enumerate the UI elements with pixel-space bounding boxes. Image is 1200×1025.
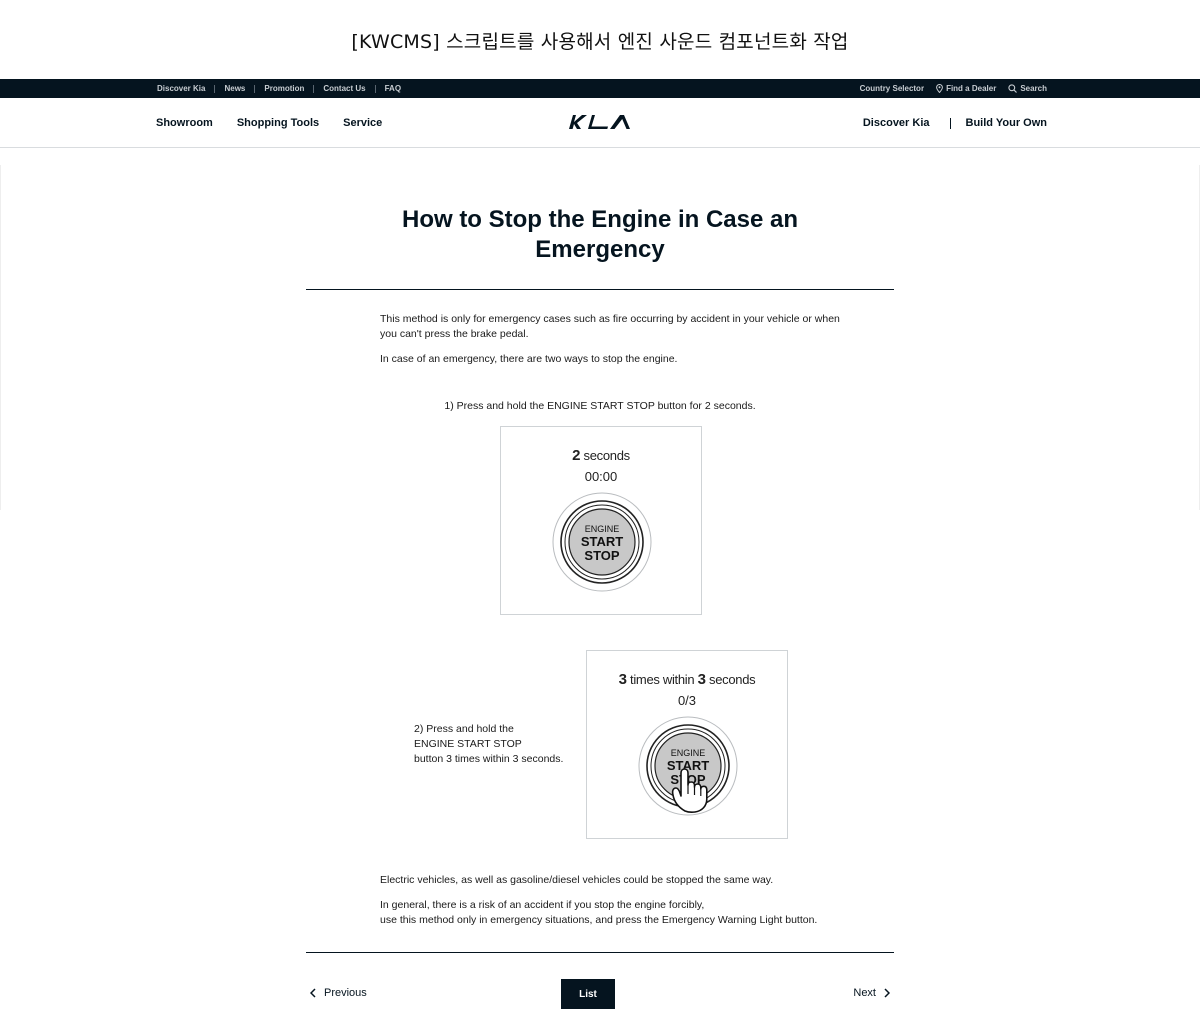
step2-times-text: times within <box>626 672 698 687</box>
previous-button[interactable]: Previous <box>310 987 367 999</box>
next-button[interactable]: Next <box>853 987 890 999</box>
find-dealer-label: Find a Dealer <box>946 84 997 93</box>
page-title: How to Stop the Engine in Case an Emerge… <box>401 206 799 263</box>
utility-link-contact-us[interactable]: Contact Us <box>323 84 365 93</box>
button-text-start: START <box>581 534 623 549</box>
intro-paragraph: This method is only for emergency cases … <box>380 313 840 340</box>
article-pager: Previous List Next <box>306 979 894 1009</box>
main-nav: Showroom Shopping Tools Service Discover… <box>0 98 1200 148</box>
main-nav-right: Discover Kia Build Your Own <box>863 98 1047 148</box>
utility-link-news[interactable]: News <box>224 84 245 93</box>
divider <box>254 84 256 93</box>
divider <box>949 117 951 129</box>
step2-label: 2) Press and hold the ENGINE START STOP … <box>414 722 584 767</box>
step2-label-line: ENGINE START STOP <box>414 738 522 750</box>
kia-logo[interactable] <box>568 114 632 130</box>
location-pin-icon <box>936 84 943 93</box>
engine-start-stop-button[interactable]: ENGINE START STOP <box>637 715 739 817</box>
nav-service[interactable]: Service <box>343 117 382 129</box>
button-text-engine: ENGINE <box>671 748 706 758</box>
content-bottom-divider <box>306 952 894 953</box>
nav-discover-kia[interactable]: Discover Kia <box>863 117 930 129</box>
search-icon <box>1008 84 1018 93</box>
step2-label-line: button 3 times within 3 seconds. <box>414 753 564 765</box>
step1-engine-button-card: 2 seconds 00:00 ENGINE START STOP <box>500 426 702 615</box>
country-selector-label: Country Selector <box>859 84 925 93</box>
utility-link-faq[interactable]: FAQ <box>385 84 401 93</box>
divider <box>313 84 315 93</box>
nav-build-your-own[interactable]: Build Your Own <box>966 117 1047 129</box>
note-risk-warning: In general, there is a risk of an accide… <box>380 898 900 928</box>
nav-showroom[interactable]: Showroom <box>156 117 213 129</box>
chevron-left-icon <box>310 988 316 998</box>
intro-ways-paragraph: In case of an emergency, there are two w… <box>380 353 678 365</box>
engine-start-stop-button[interactable]: ENGINE START STOP <box>551 491 653 593</box>
step2-engine-button-card: 3 times within 3 seconds 0/3 ENGINE STAR… <box>586 650 788 839</box>
divider <box>374 84 376 93</box>
note-vehicle-types: Electric vehicles, as well as gasoline/d… <box>380 874 774 886</box>
search-label: Search <box>1020 84 1047 93</box>
button-text-stop: STOP <box>584 548 619 563</box>
step2-label-line: 2) Press and hold the <box>414 723 514 735</box>
note-risk-line: use this method only in emergency situat… <box>380 914 818 926</box>
main-nav-left: Showroom Shopping Tools Service <box>156 98 406 148</box>
step2-heading: 3 times within 3 seconds <box>587 671 787 688</box>
step1-heading: 2 seconds <box>501 447 701 464</box>
title-divider <box>306 289 894 290</box>
search-link[interactable]: Search <box>1008 84 1047 93</box>
country-selector[interactable]: Country Selector <box>860 84 924 93</box>
divider <box>214 84 216 93</box>
find-dealer-link[interactable]: Find a Dealer <box>936 84 996 93</box>
step2-seconds-text: seconds <box>705 672 756 687</box>
utility-bar: Discover Kia News Promotion Contact Us F… <box>0 79 1200 98</box>
document-title: [KWCMS] 스크립트를 사용해서 엔진 사운드 컴포넌트화 작업 <box>351 31 849 53</box>
utility-links: Discover Kia News Promotion Contact Us F… <box>157 79 401 98</box>
step2-press-counter: 0/3 <box>677 693 697 708</box>
step2-times-number: 3 <box>618 671 627 688</box>
button-text-engine: ENGINE <box>585 524 620 534</box>
utility-tools: Country Selector Find a Dealer Search <box>860 79 1047 98</box>
utility-link-promotion[interactable]: Promotion <box>264 84 304 93</box>
step1-timer: 00:00 <box>584 469 618 484</box>
step2-seconds-number: 3 <box>697 671 706 688</box>
previous-label: Previous <box>324 987 367 999</box>
list-button[interactable]: List <box>561 979 615 1009</box>
step1-seconds-text: seconds <box>580 448 631 463</box>
step1-label: 1) Press and hold the ENGINE START STOP … <box>444 400 756 412</box>
note-risk-line: In general, there is a risk of an accide… <box>380 899 705 911</box>
nav-shopping-tools[interactable]: Shopping Tools <box>237 117 319 129</box>
utility-link-discover-kia[interactable]: Discover Kia <box>157 84 205 93</box>
step1-seconds-number: 2 <box>572 447 581 464</box>
next-label: Next <box>853 987 876 999</box>
page-edge-left <box>0 165 1 510</box>
chevron-right-icon <box>884 988 890 998</box>
